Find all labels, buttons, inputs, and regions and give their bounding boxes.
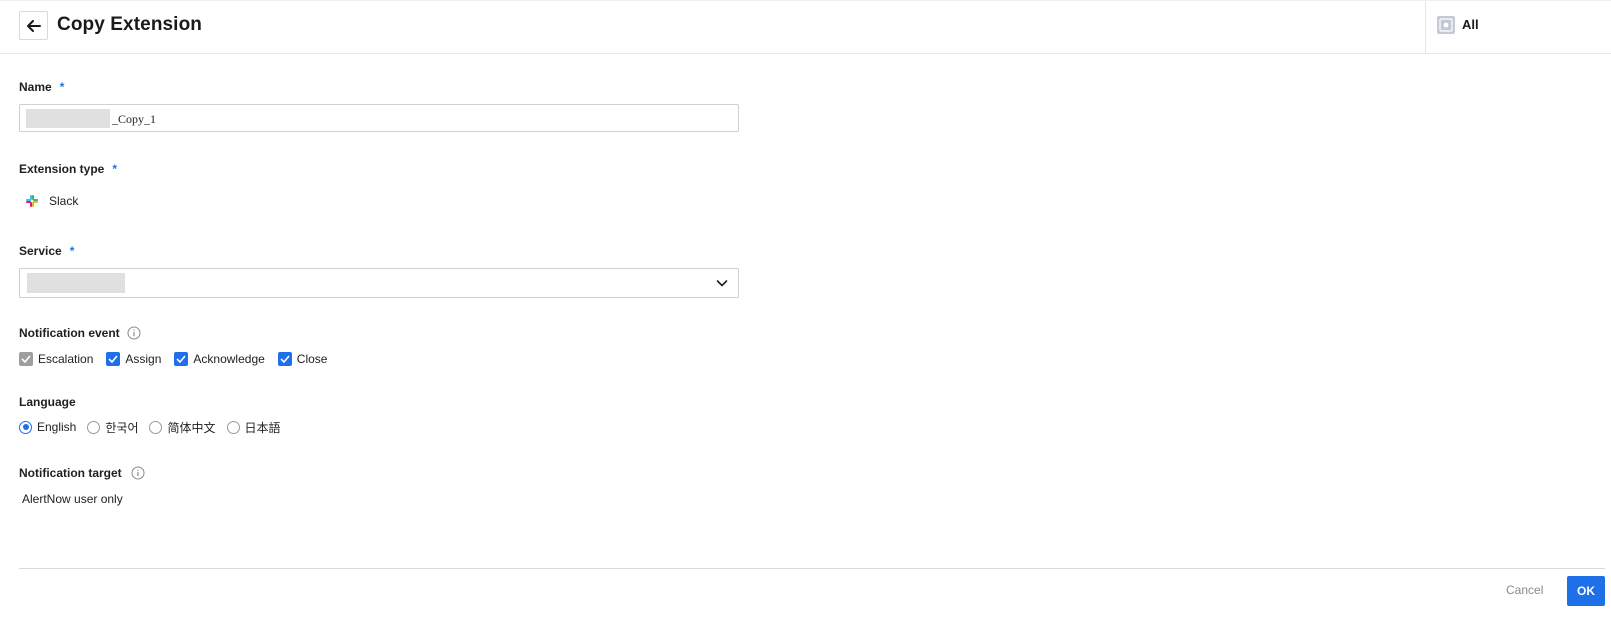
cancel-button[interactable]: Cancel — [1506, 583, 1543, 597]
name-label: Name * — [19, 80, 64, 94]
checkbox-acknowledge[interactable]: Acknowledge — [174, 352, 265, 366]
language-options: English 한국어 简体中文 日本語 — [19, 419, 292, 435]
back-button[interactable] — [19, 11, 48, 40]
checkbox-box[interactable] — [277, 352, 292, 366]
checkbox-close[interactable]: Close — [277, 352, 328, 366]
page-header: Copy Extension All — [0, 0, 1611, 54]
extension-type-label-text: Extension type — [19, 162, 105, 176]
language-label: Language — [19, 395, 76, 409]
radio-button[interactable] — [149, 420, 163, 434]
name-input[interactable]: _Copy_1 — [19, 104, 739, 132]
service-label: Service * — [19, 244, 74, 258]
checkbox-box[interactable] — [174, 352, 189, 366]
notification-target-value: AlertNow user only — [22, 492, 123, 506]
radio-label: English — [37, 420, 77, 434]
service-select[interactable] — [19, 268, 739, 298]
checkbox-label: Assign — [125, 352, 162, 366]
checkbox-assign[interactable]: Assign — [106, 352, 161, 366]
notification-event-options: Escalation Assign Acknowledge Close — [19, 351, 340, 367]
checkbox-escalation: Escalation — [19, 352, 93, 366]
checkmark-icon — [176, 355, 187, 363]
slack-icon — [26, 195, 38, 207]
service-label-text: Service — [19, 244, 62, 258]
required-mark: * — [112, 162, 118, 176]
notification-event-label: Notification event — [19, 326, 141, 340]
page-title: Copy Extension — [57, 14, 202, 35]
checkmark-icon — [280, 355, 290, 363]
checkbox-box — [19, 352, 33, 366]
required-mark: * — [69, 244, 75, 258]
notification-target-label: Notification target — [19, 466, 145, 480]
redacted-text — [26, 109, 110, 128]
radio-button[interactable] — [19, 420, 32, 434]
checkbox-label: Close — [296, 352, 328, 366]
info-icon[interactable] — [131, 466, 145, 480]
radio-button[interactable] — [87, 420, 101, 434]
checkbox-box[interactable] — [106, 352, 121, 366]
ok-button[interactable]: OK — [1567, 576, 1605, 606]
organization-icon — [1437, 16, 1455, 34]
checkmark-icon — [108, 355, 118, 363]
name-input-value: _Copy_1 — [112, 112, 157, 126]
notification-target-label-text: Notification target — [19, 466, 122, 480]
arrow-left-icon — [26, 19, 41, 32]
checkmark-icon — [21, 355, 31, 363]
radio-english[interactable]: English — [19, 420, 76, 434]
redacted-text — [27, 273, 125, 293]
notification-event-label-text: Notification event — [19, 326, 120, 340]
footer-divider — [19, 568, 1605, 569]
radio-label: 한국어 — [105, 420, 139, 435]
scope-selector[interactable]: All — [1425, 1, 1611, 54]
radio-japanese[interactable]: 日本語 — [226, 419, 281, 436]
info-icon[interactable] — [127, 326, 141, 340]
name-label-text: Name — [19, 80, 52, 94]
checkbox-label: Acknowledge — [193, 352, 265, 366]
radio-button[interactable] — [226, 420, 240, 434]
checkbox-label: Escalation — [38, 352, 94, 366]
extension-type-value: Slack — [25, 193, 78, 209]
radio-chinese[interactable]: 简体中文 — [149, 419, 216, 436]
radio-korean[interactable]: 한국어 — [87, 419, 138, 436]
extension-type-text: Slack — [49, 194, 79, 208]
scope-label: All — [1462, 17, 1479, 32]
chevron-down-icon — [716, 280, 728, 287]
extension-type-label: Extension type * — [19, 162, 117, 176]
radio-label: 日本語 — [244, 420, 281, 435]
radio-label: 简体中文 — [167, 420, 216, 435]
required-mark: * — [59, 80, 65, 94]
